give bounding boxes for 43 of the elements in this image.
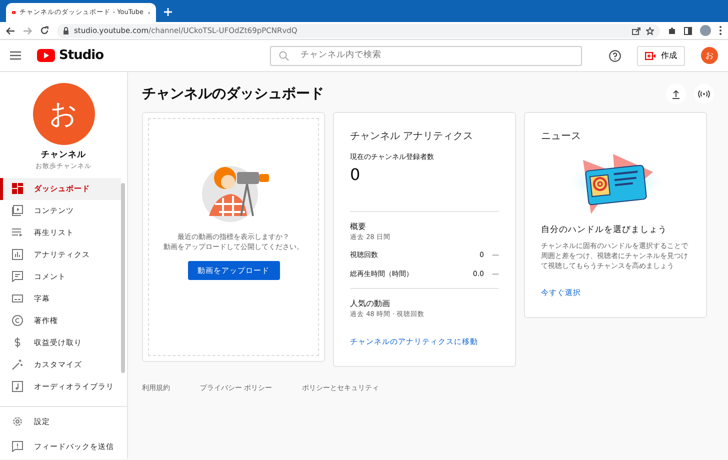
live-button[interactable] [694, 84, 714, 104]
dashboard-icon [12, 183, 23, 194]
settings-icon [12, 416, 23, 427]
playlist-icon [12, 227, 23, 238]
copyright-icon [12, 315, 23, 326]
popular-title: 人気の動画 [350, 298, 391, 310]
music-note-icon [12, 381, 23, 392]
more-icon[interactable] [719, 26, 722, 35]
logo-text[interactable]: Studio [59, 46, 104, 66]
search-icon [278, 50, 289, 60]
help-icon[interactable] [609, 50, 621, 62]
upload-icon [672, 90, 680, 98]
channel-name: チャンネル [40, 149, 87, 162]
share-icon[interactable] [632, 26, 641, 34]
search-bar[interactable]: チャンネル内で検索 [270, 46, 582, 66]
subscribers-count: 0 [350, 164, 362, 186]
card-title: ニュース [541, 130, 582, 144]
summary-title: 概要 [350, 220, 367, 232]
favicon-icon [12, 9, 16, 16]
bar-chart-icon [12, 249, 23, 260]
comment-icon [12, 271, 23, 282]
card-title: チャンネル アナリティクス [350, 130, 474, 144]
video-add-icon [645, 52, 656, 60]
sidepanel-icon[interactable] [684, 26, 692, 34]
broadcast-icon [698, 90, 710, 98]
lock-icon [63, 26, 69, 34]
magic-wand-icon [12, 359, 23, 370]
create-button[interactable]: 作成 [637, 46, 685, 66]
back-icon[interactable] [6, 26, 15, 34]
profile-icon[interactable] [700, 25, 711, 36]
scrollbar[interactable] [121, 182, 125, 372]
feedback-icon [12, 441, 23, 452]
menu-icon[interactable] [10, 51, 21, 60]
reload-icon[interactable] [40, 26, 49, 35]
search-field[interactable]: チャンネル内で検索 [298, 48, 559, 63]
video-icon [12, 205, 23, 216]
page-title: チャンネルのダッシュボード [142, 86, 324, 102]
dollar-icon [12, 337, 23, 348]
star-icon[interactable] [646, 26, 654, 34]
upload-button[interactable] [666, 84, 686, 104]
subtitles-icon [12, 293, 23, 304]
news-headline: 自分のハンドルを選びましょう [541, 224, 668, 237]
play-logo-icon[interactable] [37, 49, 55, 62]
